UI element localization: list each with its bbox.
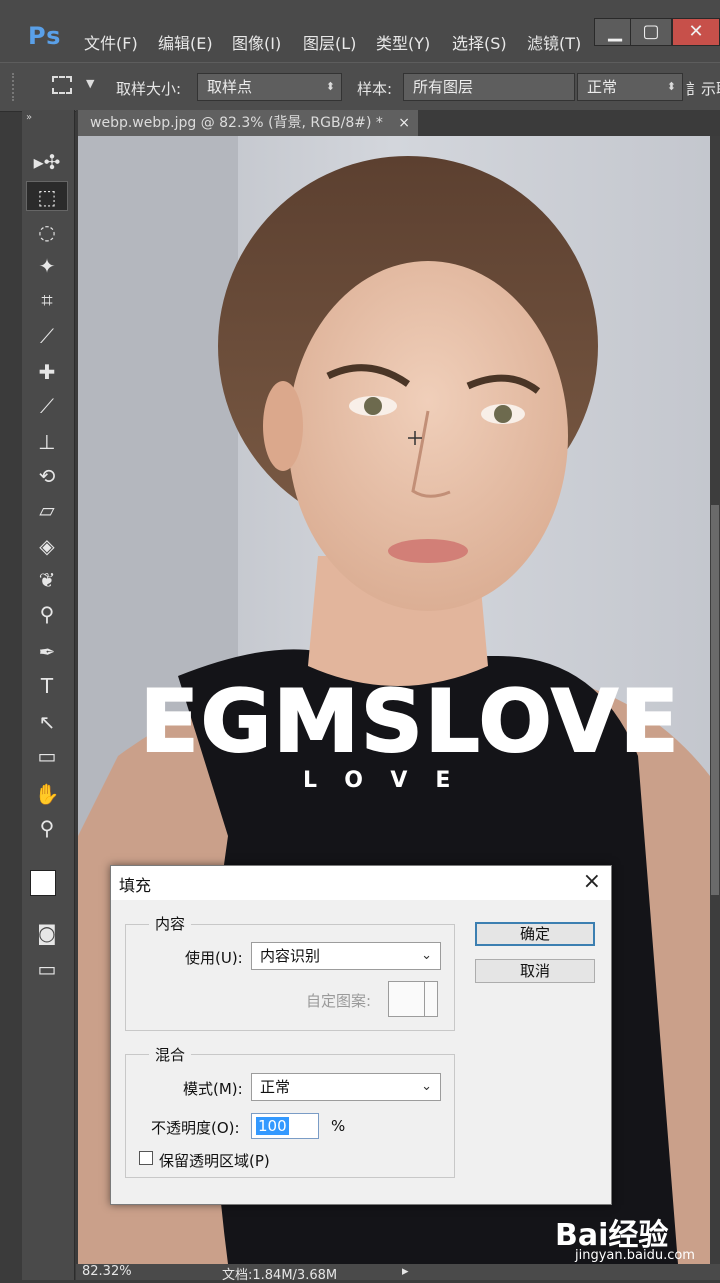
sample-size-value: 取样点	[207, 78, 253, 96]
brush-icon[interactable]: ⟋	[26, 391, 68, 421]
dodge-icon[interactable]: ⚲	[26, 599, 68, 629]
eraser-icon[interactable]: ▱	[26, 495, 68, 525]
document-tab-title: webp.webp.jpg @ 82.3% (背景, RGB/8#) *	[90, 115, 383, 131]
menu-type[interactable]: 类型(Y)	[376, 30, 430, 54]
close-icon[interactable]: ✕	[672, 18, 720, 46]
preserve-transparency-checkbox[interactable]	[139, 1151, 153, 1165]
opacity-input[interactable]: 100	[251, 1113, 319, 1139]
tab-close-icon[interactable]: ×	[398, 110, 410, 136]
chevron-down-icon: ⌄	[421, 948, 432, 963]
vertical-scrollbar-thumb[interactable]	[711, 505, 719, 895]
watermark-subtext: LOVE	[303, 768, 479, 793]
zoom-level[interactable]: 82.32%	[82, 1264, 132, 1279]
cut-off-label: 訁示取	[686, 80, 720, 98]
move-icon[interactable]: ▸✣	[26, 147, 68, 177]
sample-size-label: 取样大小:	[116, 80, 182, 98]
history-brush-icon[interactable]: ⟲	[26, 461, 68, 491]
opacity-value: 100	[256, 1117, 289, 1135]
foreground-color-swatch[interactable]	[30, 870, 56, 896]
opacity-label: 不透明度(O):	[151, 1119, 240, 1137]
maximize-icon[interactable]: ▢	[630, 18, 672, 46]
custom-pattern-label: 自定图案:	[306, 992, 372, 1010]
use-label: 使用(U):	[185, 949, 243, 967]
status-bar: 82.32% 文档:1.84M/3.68M ▸	[76, 1264, 720, 1283]
mode-label: 模式(M):	[183, 1080, 243, 1098]
eyedropper-icon[interactable]: ⟋	[26, 321, 68, 351]
sample-size-select[interactable]: 取样点 ⬍	[197, 73, 342, 101]
opacity-unit: %	[331, 1117, 346, 1135]
ok-button[interactable]: 确定	[475, 922, 595, 946]
crop-icon[interactable]: ⌗	[26, 285, 68, 315]
shape-icon[interactable]: ▭	[26, 741, 68, 771]
menu-file[interactable]: 文件(F)	[84, 30, 138, 54]
preserve-transparency-label[interactable]: 保留透明区域(P)	[159, 1150, 270, 1171]
dialog-close-icon[interactable]: ×	[583, 869, 601, 894]
sample-label: 样本:	[357, 80, 393, 98]
app-logo: Ps	[28, 22, 62, 50]
content-group-label: 内容	[149, 913, 192, 934]
blend-group-label: 混合	[149, 1044, 192, 1065]
mode-value: 正常	[260, 1078, 291, 1096]
mode-select[interactable]: 正常 ⌄	[251, 1073, 441, 1101]
sample-select[interactable]: 所有图层	[403, 73, 575, 101]
dialog-titlebar: 填充 ×	[111, 866, 611, 900]
chevron-down-icon: ⌄	[421, 1079, 432, 1094]
type-icon[interactable]: T	[26, 671, 68, 701]
zoom-icon[interactable]: ⚲	[26, 813, 68, 843]
menu-image[interactable]: 图像(I)	[232, 30, 281, 54]
blend-value: 正常	[587, 78, 618, 96]
document-tab[interactable]: webp.webp.jpg @ 82.3% (背景, RGB/8#) * ×	[78, 110, 418, 136]
sample-value: 所有图层	[413, 78, 474, 96]
menu-filter[interactable]: 滤镜(T)	[527, 30, 581, 54]
screen-mode-icon[interactable]: ▭	[26, 954, 68, 984]
tool-preset-chevron-icon[interactable]: ▼	[86, 77, 94, 90]
smudge-icon[interactable]: ❦	[26, 565, 68, 595]
grip-icon	[12, 73, 16, 101]
use-value: 内容识别	[260, 947, 321, 965]
pattern-swatch	[388, 981, 438, 1017]
updown-icon: ⬍	[325, 80, 335, 93]
rect-marquee-icon[interactable]: ⬚	[26, 181, 68, 211]
doc-size: 文档:1.84M/3.68M	[222, 1268, 338, 1283]
baidu-url: jingyan.baidu.com	[575, 1248, 695, 1263]
cancel-button[interactable]: 取消	[475, 959, 595, 983]
clone-stamp-icon[interactable]: ⊥	[26, 427, 68, 457]
watermark-text: EGMSLOVE	[139, 671, 681, 773]
options-bar: ▼ 取样大小: 取样点 ⬍ 样本: 所有图层 正常 ⬍ 訁示取	[0, 62, 720, 112]
paint-bucket-icon[interactable]: ◈	[26, 531, 68, 561]
hand-icon[interactable]: ✋	[26, 779, 68, 809]
path-select-icon[interactable]: ↖	[26, 707, 68, 737]
collapse-icon[interactable]: »	[26, 112, 32, 123]
menu-layer[interactable]: 图层(L)	[303, 30, 356, 54]
menu-bar: Ps 文件(F) 编辑(E) 图像(I) 图层(L) 类型(Y) 选择(S) 滤…	[0, 0, 720, 62]
marquee-preset-icon[interactable]	[52, 76, 72, 94]
blend-select[interactable]: 正常 ⬍	[577, 73, 683, 101]
updown-icon: ⬍	[666, 80, 676, 93]
magic-wand-icon[interactable]: ✦	[26, 251, 68, 281]
quick-mask-icon[interactable]: ◙	[26, 918, 68, 948]
lasso-icon[interactable]: ◌	[26, 217, 68, 247]
pen-icon[interactable]: ✒	[26, 637, 68, 667]
status-arrow-icon[interactable]: ▸	[402, 1264, 409, 1279]
menu-select[interactable]: 选择(S)	[452, 30, 507, 54]
fill-dialog: 填充 × 内容 使用(U): 内容识别 ⌄ 自定图案: 混合 模式(M): 正常 ⌄…	[110, 865, 612, 1205]
menu-edit[interactable]: 编辑(E)	[158, 30, 213, 54]
use-select[interactable]: 内容识别 ⌄	[251, 942, 441, 970]
healing-brush-icon[interactable]: ✚	[26, 357, 68, 387]
dialog-title: 填充	[119, 876, 152, 895]
